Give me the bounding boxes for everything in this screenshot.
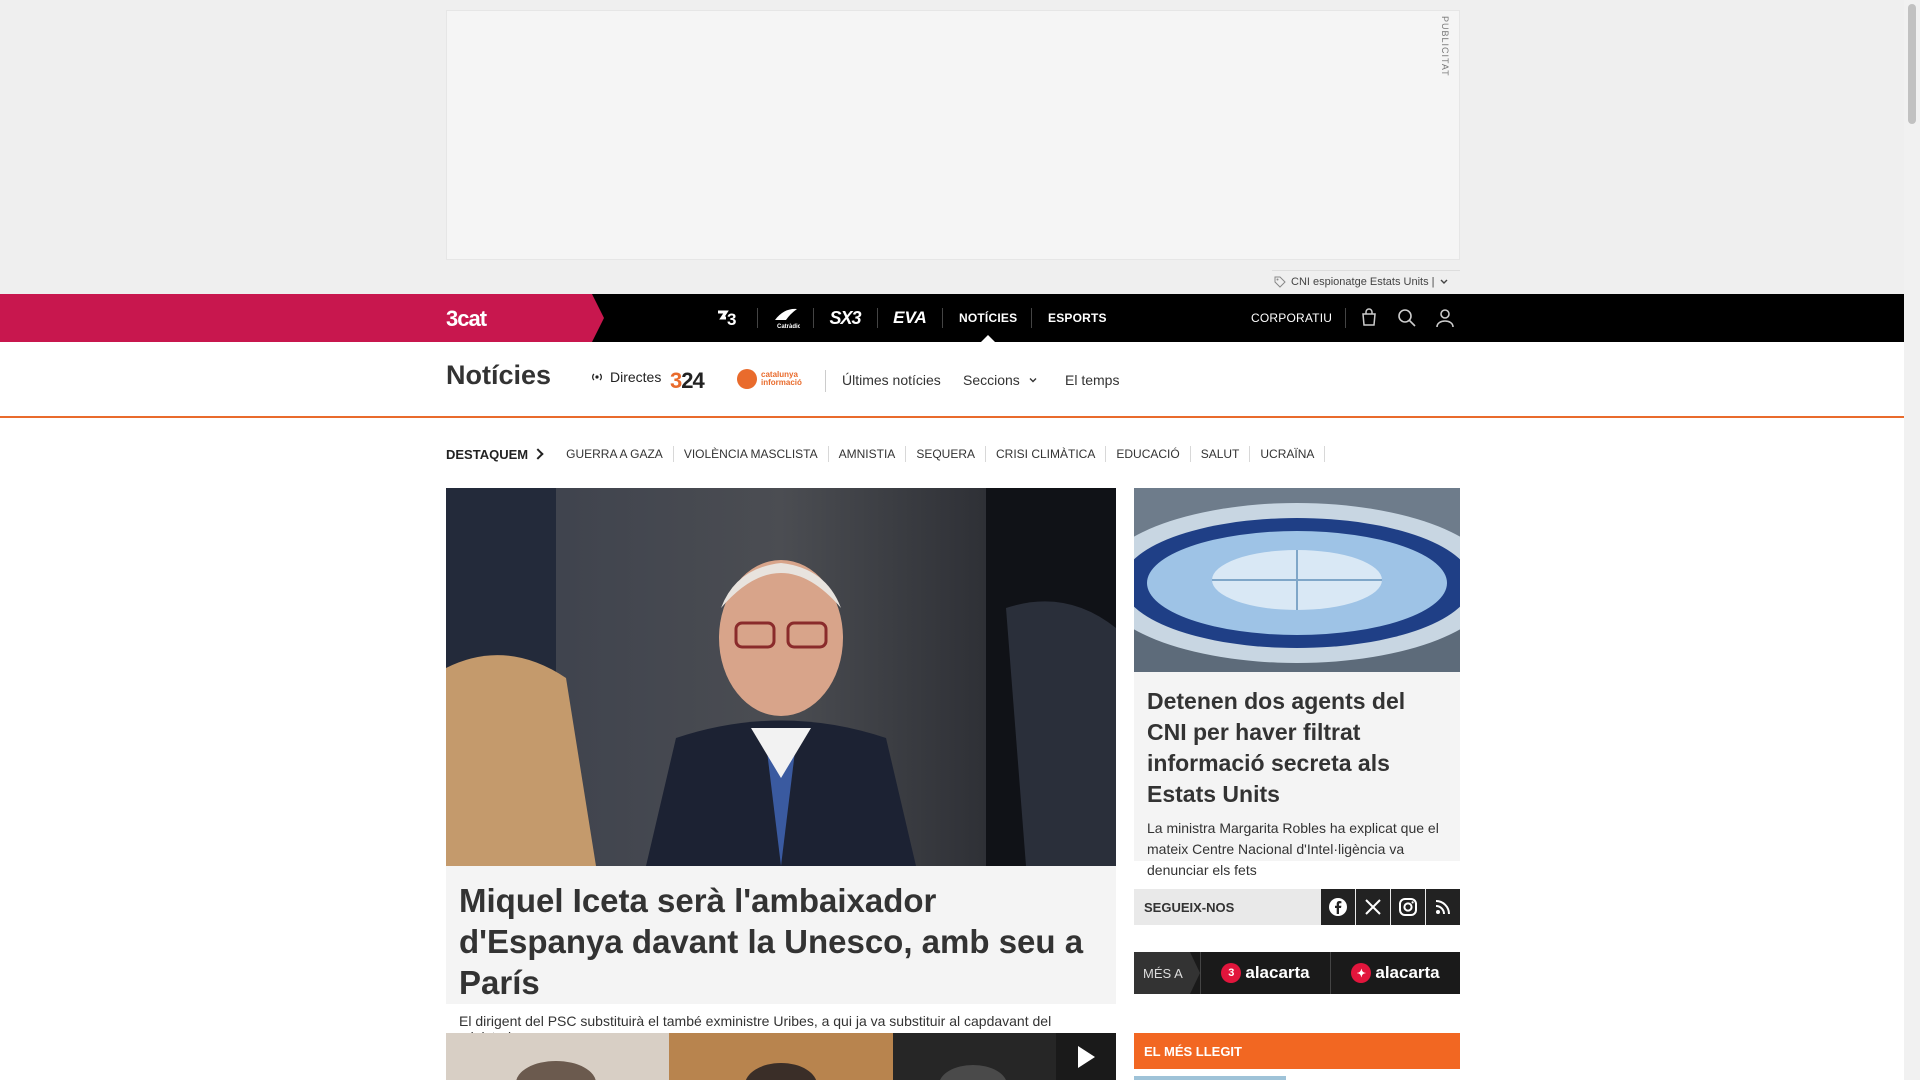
x-icon[interactable] bbox=[1356, 889, 1390, 925]
main-article-title[interactable]: Miquel Iceta serà l'ambaixador d'Espanya… bbox=[459, 880, 1103, 1003]
active-nav-indicator bbox=[981, 335, 995, 342]
tag-icon bbox=[1274, 276, 1286, 288]
divider bbox=[757, 308, 758, 328]
ad-label: PUBLICITAT bbox=[1440, 16, 1450, 77]
highlights-label[interactable]: DESTAQUEM bbox=[446, 447, 528, 462]
highlight-tag[interactable]: VIOLÈNCIA MASCLISTA bbox=[674, 446, 829, 462]
catradio-alacarta-label: alacarta bbox=[1375, 963, 1440, 982]
scrollbar[interactable] bbox=[1904, 0, 1920, 1080]
svg-text:Catràdio: Catràdio bbox=[777, 324, 800, 330]
mes-a-label: MÉS A bbox=[1134, 952, 1200, 994]
brand-logo[interactable]: 3cat bbox=[446, 306, 487, 332]
highlight-tag[interactable]: AMNISTIA bbox=[829, 446, 907, 462]
trending-tag[interactable]: CNI espionatge Estats Units | bbox=[1272, 270, 1460, 292]
channel-sx3-logo[interactable]: SX3 bbox=[826, 294, 864, 342]
related-thumbnail[interactable] bbox=[893, 1033, 1056, 1080]
catalunya-informacio-mark bbox=[737, 369, 757, 389]
highlight-tag[interactable]: CRISI CLIMÀTICA bbox=[986, 446, 1107, 462]
chevron-down-icon bbox=[1029, 378, 1037, 383]
divider bbox=[877, 308, 878, 328]
facebook-icon[interactable] bbox=[1321, 889, 1355, 925]
live-broadcast-icon bbox=[592, 373, 602, 381]
logo-324-text: 24 bbox=[681, 368, 705, 393]
divider bbox=[942, 308, 943, 328]
catradio-alacarta-link[interactable]: ✦ alacarta bbox=[1330, 952, 1460, 994]
section-header: Notícies Directes 324 catalunya informaci… bbox=[0, 342, 1904, 418]
instagram-icon[interactable] bbox=[1391, 889, 1425, 925]
nav-link-esports[interactable]: ESPORTS bbox=[1048, 294, 1107, 342]
top-navigation: 3cat 3 Catràdio SX3 EVA NOTÍCIES ESPORTS… bbox=[0, 294, 1904, 342]
tv3-alacarta-link[interactable]: 3 alacarta bbox=[1200, 952, 1330, 994]
chevron-right-icon bbox=[532, 448, 544, 460]
follow-us-bar: SEGUEIX-NOS bbox=[1134, 889, 1460, 925]
ad-banner[interactable] bbox=[446, 10, 1460, 260]
chevron-down-icon[interactable] bbox=[1439, 277, 1449, 287]
highlight-tag[interactable]: SEQUERA bbox=[906, 446, 986, 462]
logo-line-2: informació bbox=[761, 378, 802, 387]
tv3-alacarta-label: alacarta bbox=[1245, 963, 1310, 982]
related-thumbnail[interactable] bbox=[446, 1033, 669, 1080]
divider bbox=[825, 370, 826, 392]
main-article-image[interactable] bbox=[446, 488, 1116, 866]
page-title[interactable]: Notícies bbox=[446, 360, 551, 391]
directes-link[interactable]: Directes bbox=[590, 369, 661, 385]
highlight-tag[interactable]: EDUCACIÓ bbox=[1106, 446, 1191, 462]
highlight-tag[interactable]: SALUT bbox=[1191, 446, 1251, 462]
nav-link-corporatiu[interactable]: CORPORATIU bbox=[1251, 294, 1332, 342]
nav-seccions-label: Seccions bbox=[963, 372, 1020, 388]
most-read-thumbnail[interactable] bbox=[1134, 1076, 1286, 1080]
mes-a-bar: MÉS A 3 alacarta ✦ alacarta bbox=[1134, 952, 1460, 994]
scrollbar-thumb[interactable] bbox=[1908, 4, 1916, 124]
related-thumbnail[interactable] bbox=[669, 1033, 893, 1080]
main-article-card[interactable]: Miquel Iceta serà l'ambaixador d'Espanya… bbox=[446, 866, 1116, 1045]
directes-label: Directes bbox=[610, 369, 662, 385]
highlights-bar: DESTAQUEM GUERRA A GAZA VIOLÈNCIA MASCLI… bbox=[446, 446, 1326, 462]
brand-band bbox=[0, 294, 604, 342]
user-icon[interactable] bbox=[1433, 306, 1457, 330]
divider bbox=[1031, 308, 1032, 328]
divider bbox=[813, 308, 814, 328]
side-article-title[interactable]: Detenen dos agents del CNI per haver fil… bbox=[1147, 686, 1447, 810]
play-icon bbox=[1078, 1045, 1095, 1068]
catradio-logo-icon: ✦ bbox=[1351, 963, 1372, 983]
nav-ultimes-noticies[interactable]: Últimes notícies bbox=[842, 372, 941, 388]
ad-zone: PUBLICITAT CNI espionatge Estats Units | bbox=[0, 0, 1904, 294]
highlight-tag[interactable]: GUERRA A GAZA bbox=[556, 446, 674, 462]
highlight-tag[interactable]: UCRAÏNA bbox=[1250, 446, 1326, 462]
side-article-summary: La ministra Margarita Robles ha explicat… bbox=[1147, 820, 1439, 878]
side-article-image[interactable] bbox=[1134, 488, 1460, 672]
channel-eva-logo[interactable]: EVA bbox=[890, 294, 930, 342]
catalunya-informacio-logo[interactable]: catalunya informació bbox=[737, 369, 802, 389]
nav-el-temps[interactable]: El temps bbox=[1065, 372, 1119, 388]
trending-tag-label: CNI espionatge Estats Units | bbox=[1291, 275, 1435, 288]
play-video-button[interactable] bbox=[1056, 1033, 1116, 1080]
nav-seccions[interactable]: Seccions bbox=[963, 372, 1038, 388]
channel-catradio-logo[interactable]: Catràdio bbox=[770, 294, 802, 342]
channel-324-logo[interactable]: 324 bbox=[670, 368, 705, 394]
channel-tv3-logo[interactable]: 3 bbox=[714, 294, 744, 342]
divider bbox=[1345, 308, 1346, 328]
svg-text:3: 3 bbox=[727, 310, 736, 328]
follow-us-label: SEGUEIX-NOS bbox=[1144, 899, 1235, 915]
rss-icon[interactable] bbox=[1426, 889, 1460, 925]
tv3-logo-icon: 3 bbox=[1221, 963, 1242, 983]
side-article-card[interactable]: Detenen dos agents del CNI per haver fil… bbox=[1134, 672, 1460, 878]
search-icon[interactable] bbox=[1395, 306, 1419, 330]
store-icon[interactable] bbox=[1357, 306, 1381, 330]
most-read-header: EL MÉS LLEGIT bbox=[1134, 1033, 1460, 1069]
